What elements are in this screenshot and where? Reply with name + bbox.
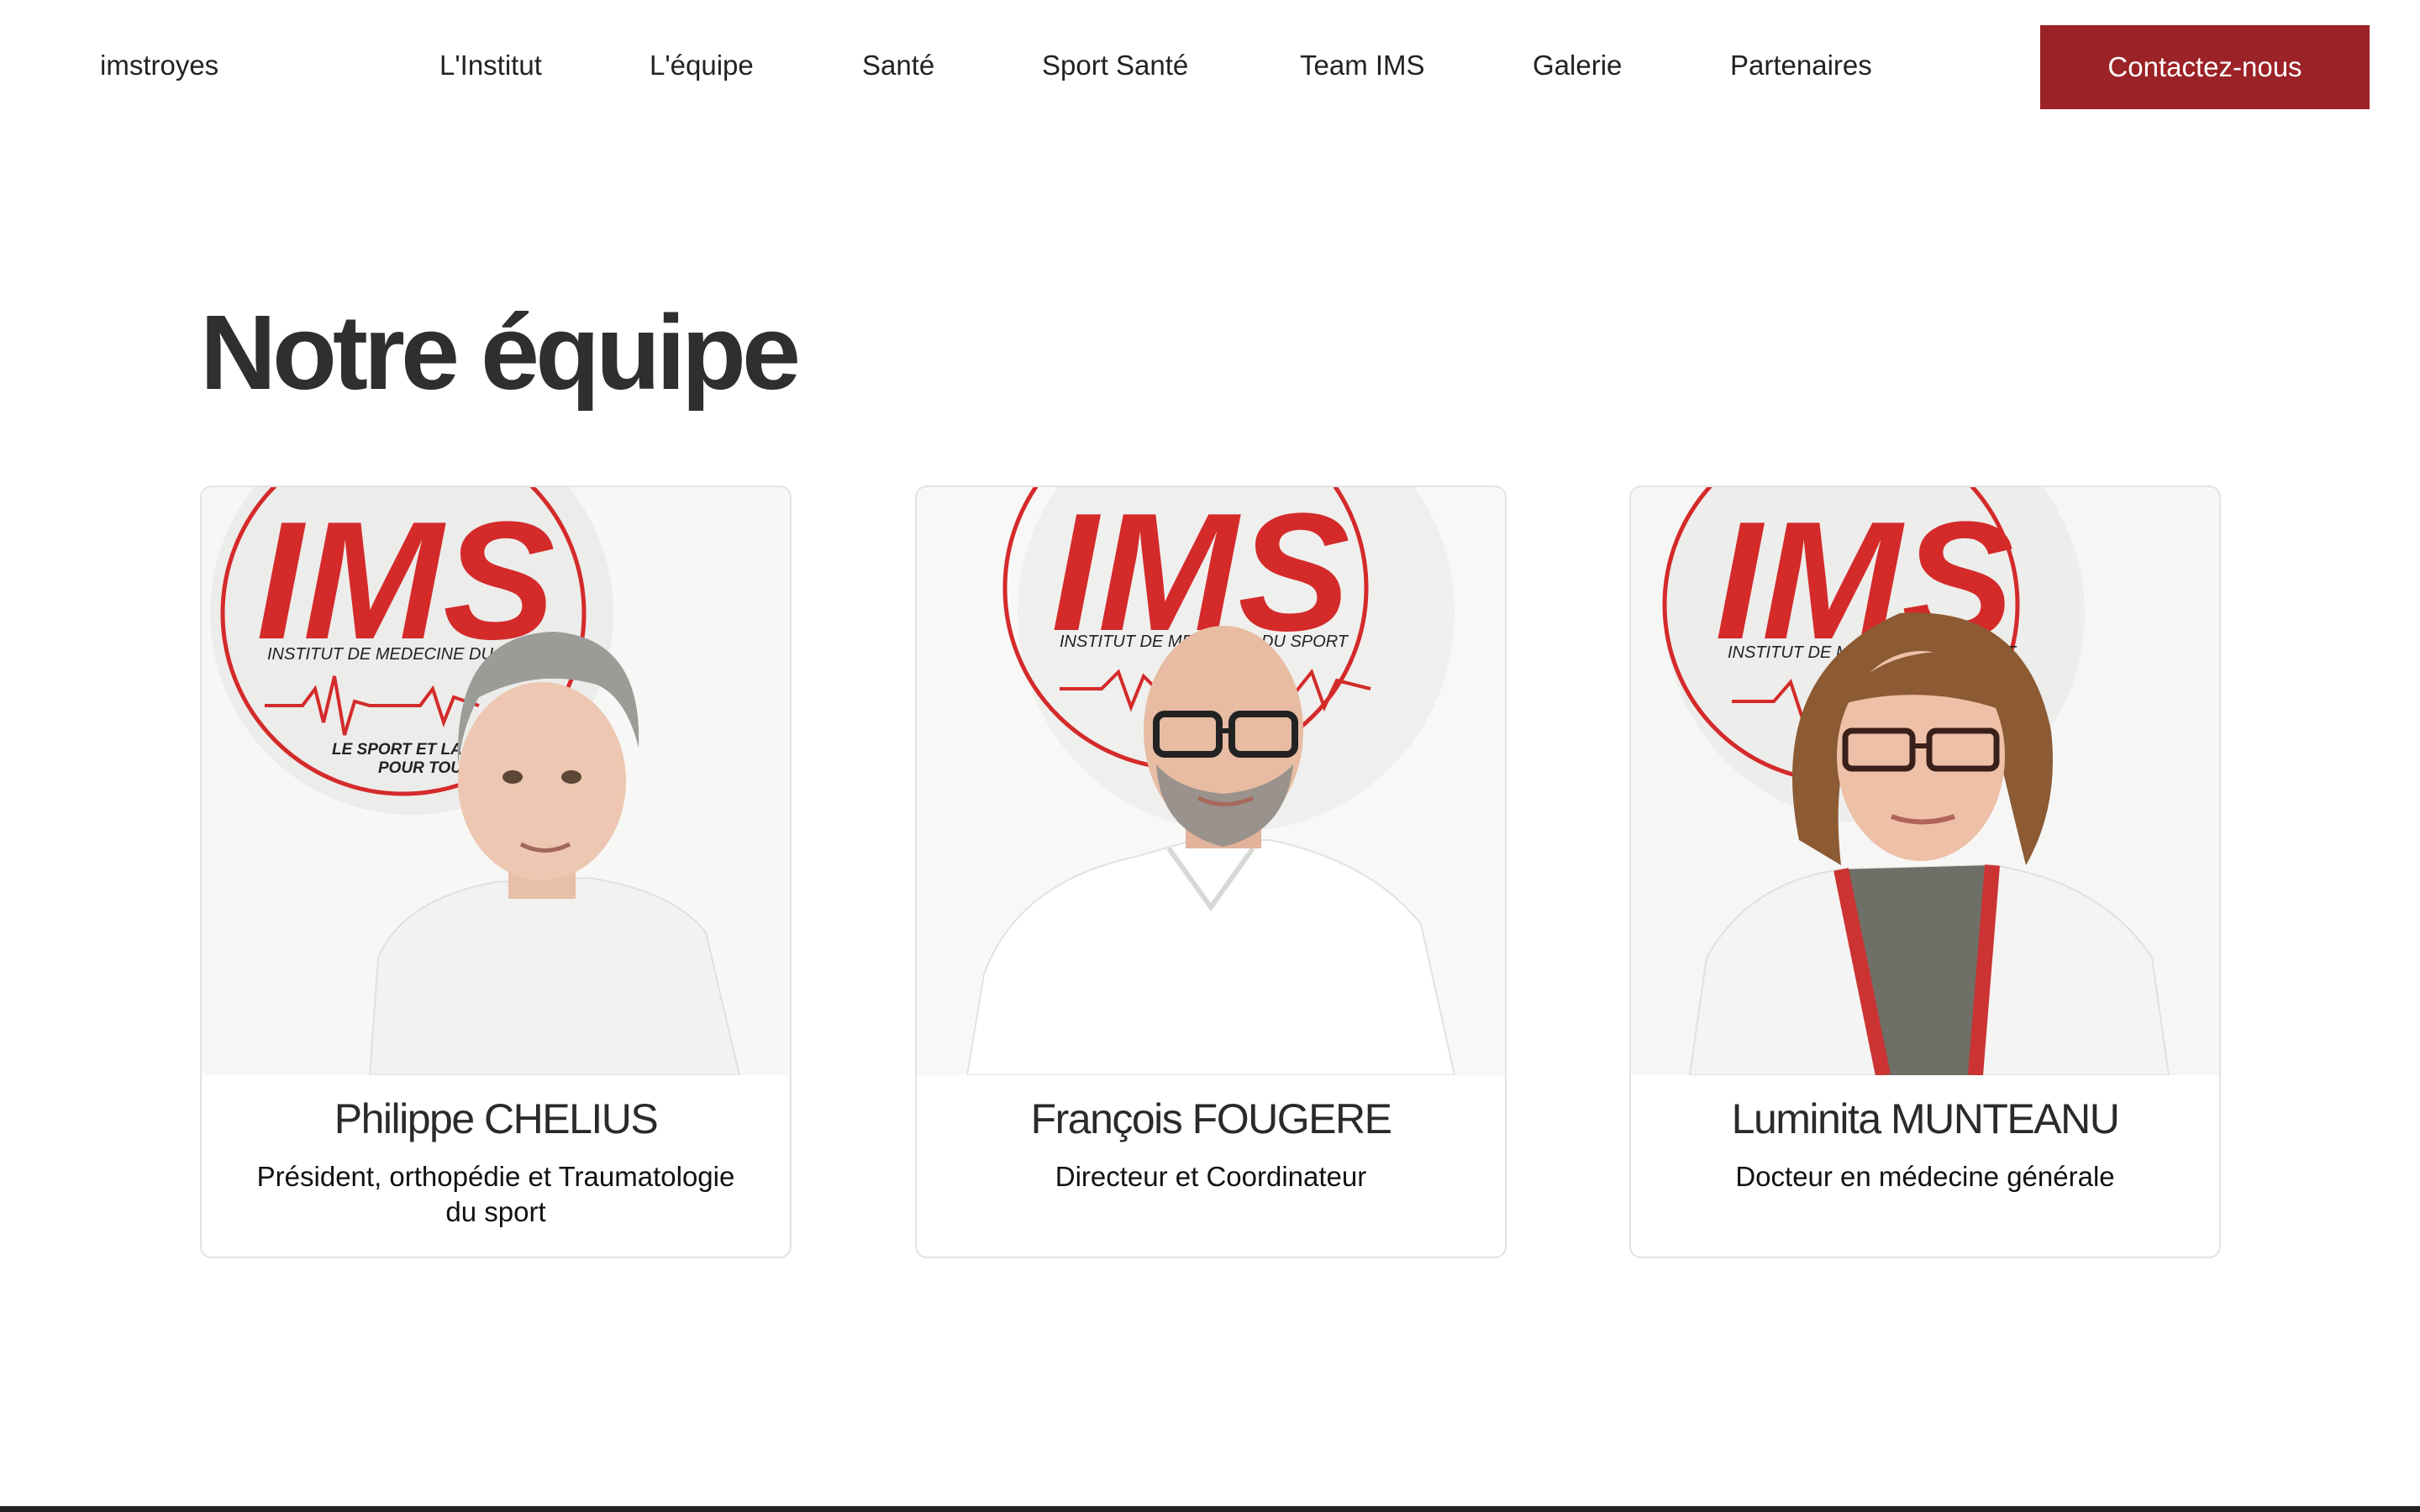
member-name: Philippe CHELIUS — [334, 1095, 659, 1142]
nav-link-institut[interactable]: L'Institut — [439, 49, 542, 82]
main-nav: L'Institut L'équipe Santé Sport Santé Te… — [0, 49, 1933, 82]
team-member-card: IMS INSTITUT DE MEDECINE DU SPORT Lumini… — [1629, 486, 2221, 1258]
team-cards: IMS INSTITUT DE MEDECINE DU SPORT LE SPO… — [0, 486, 2420, 1258]
section-title: Notre équipe — [200, 293, 801, 412]
nav-link-sport-sante[interactable]: Sport Santé — [1042, 49, 1188, 82]
team-member-card: IMS INSTITUT DE MEDECINE DU SPORT LE SPO… — [200, 486, 792, 1258]
member-photo: IMS INSTITUT DE MEDECINE DU SPORT — [917, 487, 1505, 1075]
member-role: Président, orthopédie et Traumatologie d… — [256, 1161, 735, 1227]
bottom-divider — [0, 1506, 2420, 1512]
member-name: François FOUGERE — [1030, 1095, 1392, 1142]
team-member-card: IMS INSTITUT DE MEDECINE DU SPORT Franço… — [915, 486, 1507, 1258]
member-photo: IMS INSTITUT DE MEDECINE DU SPORT — [1631, 487, 2219, 1075]
member-role: Docteur en médecine générale — [1735, 1161, 2115, 1192]
member-photo: IMS INSTITUT DE MEDECINE DU SPORT LE SPO… — [202, 487, 790, 1075]
member-name: Luminita MUNTEANU — [1731, 1095, 2120, 1142]
nav-link-partenaires[interactable]: Partenaires — [1730, 49, 1872, 82]
nav-link-equipe[interactable]: L'équipe — [650, 49, 754, 82]
contact-button[interactable]: Contactez-nous — [2040, 25, 2370, 109]
member-photo-image: IMS INSTITUT DE MEDECINE DU SPORT LE SPO… — [202, 487, 790, 1075]
member-role: Directeur et Coordinateur — [1055, 1161, 1367, 1192]
nav-link-sante[interactable]: Santé — [862, 49, 934, 82]
site-header: imstroyes L'Institut L'équipe Santé Spor… — [0, 0, 2420, 134]
nav-link-team-ims[interactable]: Team IMS — [1300, 49, 1425, 82]
member-photo-image: IMS INSTITUT DE MEDECINE DU SPORT — [1631, 487, 2219, 1075]
nav-link-galerie[interactable]: Galerie — [1533, 49, 1622, 82]
member-photo-image: IMS INSTITUT DE MEDECINE DU SPORT — [917, 487, 1505, 1075]
